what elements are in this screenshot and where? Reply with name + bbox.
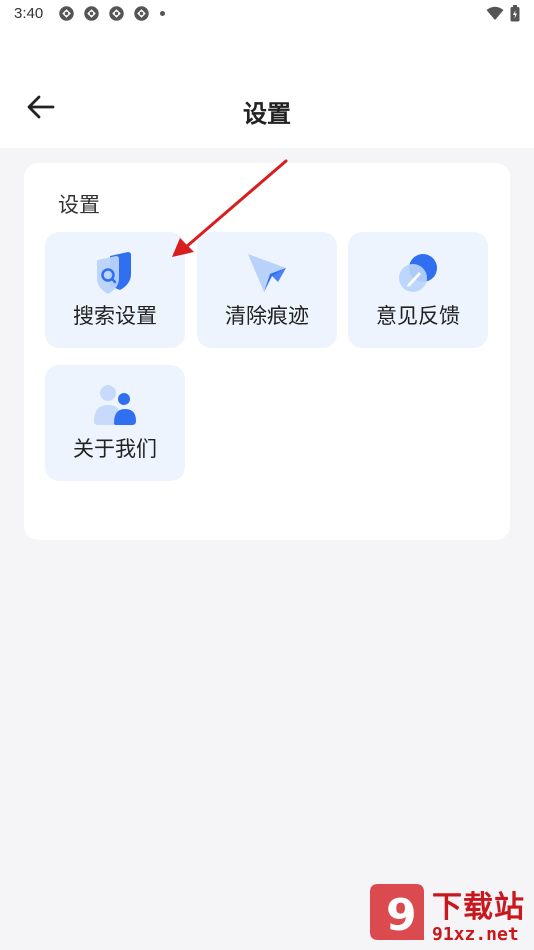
clear-history-tile[interactable]: 清除痕迹 xyxy=(197,232,337,348)
wifi-icon xyxy=(486,6,504,20)
app-notification-icon xyxy=(134,6,149,21)
tile-label: 关于我们 xyxy=(73,437,157,461)
pen-feedback-icon xyxy=(393,248,443,298)
tile-label: 清除痕迹 xyxy=(225,304,309,328)
tile-label: 搜索设置 xyxy=(73,304,157,328)
card-title: 设置 xyxy=(58,193,100,217)
watermark-url: 91xz.net xyxy=(432,924,519,945)
app-notification-icon xyxy=(109,6,124,21)
status-right xyxy=(486,5,520,22)
notification-icons xyxy=(58,5,165,22)
status-bar: 3:40 xyxy=(0,0,534,28)
watermark-logo: 9 xyxy=(370,884,424,941)
watermark: 9 下载站 91xz.net xyxy=(366,880,534,948)
search-shield-icon xyxy=(90,248,140,298)
feedback-tile[interactable]: 意见反馈 xyxy=(348,232,488,348)
app-notification-icon xyxy=(59,6,74,21)
cursor-arrow-icon xyxy=(242,248,292,298)
tile-label: 意见反馈 xyxy=(376,304,460,328)
status-time: 3:40 xyxy=(14,5,44,22)
app-header: 设置 xyxy=(0,28,534,148)
app-notification-icon xyxy=(84,6,99,21)
more-notifications-dot xyxy=(160,11,165,16)
svg-text:9: 9 xyxy=(386,890,417,941)
battery-icon xyxy=(510,5,520,22)
users-icon xyxy=(90,381,140,431)
about-us-tile[interactable]: 关于我们 xyxy=(45,365,185,481)
watermark-brand: 下载站 xyxy=(432,890,525,925)
search-settings-tile[interactable]: 搜索设置 xyxy=(45,232,185,348)
page-title: 设置 xyxy=(243,100,291,128)
settings-card: 设置 搜索设置 清除痕迹 意见反馈 关于我们 xyxy=(24,163,510,540)
